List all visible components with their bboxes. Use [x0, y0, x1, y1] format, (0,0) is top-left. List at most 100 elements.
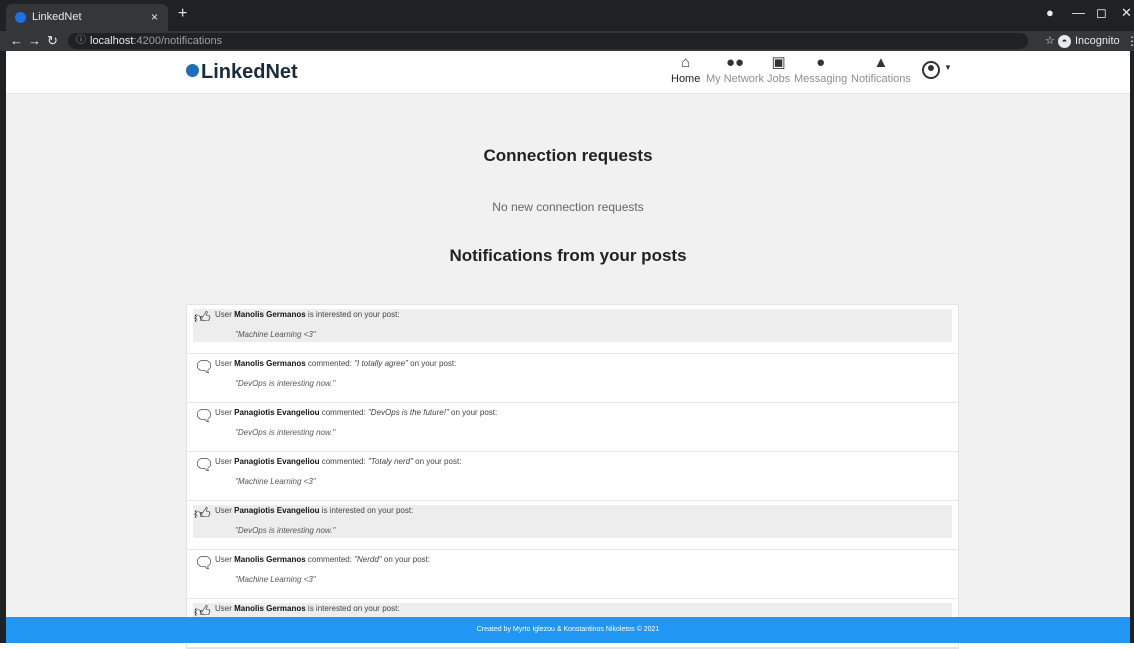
chat-icon: ● [816, 54, 826, 71]
incognito-icon: ◓ [1058, 34, 1071, 48]
text-prefix: User [215, 310, 235, 319]
user-name[interactable]: Manolis Germanos [234, 359, 306, 368]
comment-text: "DevOps is the future!" [367, 408, 449, 417]
text-middle: commented: [319, 457, 368, 466]
notification-text: User Manolis Germanos is interested on y… [215, 604, 400, 613]
nav-messaging[interactable]: ● Messaging [794, 54, 847, 86]
user-name[interactable]: Manolis Germanos [234, 604, 306, 613]
nav-home[interactable]: ⌂ Home [671, 54, 700, 86]
notification-body: 🗨︎ User Panagiotis Evangeliou commented:… [193, 407, 952, 440]
notification-text: User Panagiotis Evangeliou commented: "T… [215, 457, 461, 466]
notification-body: 👍︎ User Manolis Germanos is interested o… [193, 309, 952, 342]
nav-my-network[interactable]: ●● My Network [706, 54, 764, 86]
user-name[interactable]: Manolis Germanos [234, 555, 306, 564]
bookmark-star-icon[interactable]: ☆ [1045, 33, 1055, 49]
network-icon: ●● [725, 54, 745, 71]
text-middle: is interested on your post: [319, 506, 414, 515]
tab-title: LinkedNet [32, 11, 82, 23]
list-item[interactable]: 🗨︎ User Manolis Germanos commented: "I t… [187, 354, 958, 403]
post-title[interactable]: "Machine Learning <3" [235, 575, 316, 584]
text-prefix: User [215, 604, 235, 613]
text-prefix: User [215, 408, 235, 417]
user-name[interactable]: Panagiotis Evangeliou [234, 457, 319, 466]
text-prefix: User [215, 506, 235, 515]
comment-icon: 🗨︎ [194, 359, 215, 376]
text-suffix: on your post: [448, 408, 498, 417]
nav-notifications-label: Notifications [851, 73, 911, 85]
comment-text: "Totaly nerd" [367, 457, 413, 466]
text-suffix: on your post: [412, 457, 462, 466]
browser-toolbar: ← → ↻ ⓘ localhost:4200/notifications ☆ ◓… [0, 31, 1134, 51]
address-bar[interactable]: ⓘ localhost:4200/notifications [68, 33, 1028, 49]
incognito-label: Incognito [1075, 35, 1120, 47]
footer-credits: Created by Myrto Iglezou & Konstantinos … [476, 626, 660, 633]
list-item[interactable]: 🗨︎ User Panagiotis Evangeliou commented:… [187, 452, 958, 501]
list-item[interactable]: 🗨︎ User Manolis Germanos commented: "Ner… [187, 550, 958, 599]
list-item[interactable]: 🗨︎ User Panagiotis Evangeliou commented:… [187, 403, 958, 452]
post-title[interactable]: "Machine Learning <3" [235, 477, 316, 486]
maximize-button[interactable]: ◻ [1096, 6, 1107, 20]
avatar[interactable] [922, 61, 940, 79]
back-arrow-icon[interactable]: ← [10, 33, 23, 49]
nav-jobs[interactable]: ▣ Jobs [767, 54, 790, 86]
thumbs-up-icon: 👍︎ [194, 310, 211, 327]
nav-my-network-label: My Network [706, 73, 765, 85]
browser-tab-bar: LinkedNet × + ● — ◻ ✕ [0, 0, 1134, 31]
chevron-down-icon[interactable]: ▼ [944, 63, 952, 72]
text-middle: commented: [305, 359, 355, 368]
list-item[interactable]: 👍︎ User Panagiotis Evangeliou is interes… [187, 501, 958, 550]
notification-body: 🗨︎ User Panagiotis Evangeliou commented:… [193, 456, 952, 489]
notification-body: 👍︎ User Panagiotis Evangeliou is interes… [193, 505, 952, 538]
notification-text: User Manolis Germanos commented: "Nerdd"… [215, 555, 430, 564]
browser-tab[interactable]: LinkedNet × [6, 4, 168, 31]
briefcase-icon: ▣ [771, 54, 786, 71]
connection-requests-empty: No new connection requests [492, 200, 644, 214]
home-icon: ⌂ [681, 54, 691, 71]
notifications-list: 👍︎ User Manolis Germanos is interested o… [186, 304, 959, 649]
text-prefix: User [215, 555, 235, 564]
text-prefix: User [215, 457, 235, 466]
page-footer: Created by Myrto Iglezou & Konstantinos … [6, 617, 1130, 643]
brand-logo[interactable]: LinkedNet [186, 59, 298, 85]
text-middle: commented: [305, 555, 355, 564]
text-middle: commented: [319, 408, 368, 417]
forward-arrow-icon[interactable]: → [28, 33, 41, 49]
app-header: LinkedNet ⌂ Home ●● My Network ▣ Jobs ● … [6, 51, 1130, 94]
site-info-icon[interactable]: ⓘ [76, 33, 86, 49]
nav-messaging-label: Messaging [794, 73, 848, 85]
notification-text: User Panagiotis Evangeliou commented: "D… [215, 408, 497, 417]
thumbs-up-icon: 👍︎ [194, 506, 211, 523]
tab-close-icon[interactable]: × [151, 4, 158, 31]
text-middle: is interested on your post: [305, 310, 400, 319]
post-title[interactable]: "DevOps is interesting now." [235, 526, 335, 535]
notification-text: User Panagiotis Evangeliou is interested… [215, 506, 413, 515]
comment-icon: 🗨︎ [194, 408, 215, 425]
reload-icon[interactable]: ↻ [47, 33, 58, 49]
list-item[interactable]: 👍︎ User Manolis Germanos is interested o… [187, 305, 958, 354]
user-name[interactable]: Panagiotis Evangeliou [234, 408, 319, 417]
post-title[interactable]: "DevOps is interesting now." [235, 379, 335, 388]
notifications-title: Notifications from your posts [449, 246, 687, 265]
minimize-button[interactable]: — [1072, 6, 1085, 20]
bell-icon: ▲ [873, 54, 889, 71]
user-name[interactable]: Manolis Germanos [234, 310, 306, 319]
close-window-button[interactable]: ✕ [1121, 6, 1132, 20]
post-title[interactable]: "Machine Learning <3" [235, 330, 316, 339]
notification-text: User Manolis Germanos commented: "I tota… [215, 359, 456, 368]
text-prefix: User [215, 359, 235, 368]
new-tab-button[interactable]: + [178, 4, 187, 24]
user-name[interactable]: Panagiotis Evangeliou [234, 506, 319, 515]
main-content: Connection requests No new connection re… [6, 94, 1130, 649]
comment-text: "I totally agree" [354, 359, 408, 368]
nav-notifications[interactable]: ▲ Notifications [851, 54, 911, 86]
notification-body: 🗨︎ User Manolis Germanos commented: "Ner… [193, 554, 952, 587]
text-middle: is interested on your post: [305, 604, 400, 613]
comment-text: "Nerdd" [354, 555, 382, 564]
record-icon: ● [1046, 5, 1054, 20]
browser-menu-icon[interactable]: ⋮ [1126, 33, 1134, 49]
post-title[interactable]: "DevOps is interesting now." [235, 428, 335, 437]
comment-icon: 🗨︎ [194, 457, 215, 474]
incognito-indicator[interactable]: ◓ Incognito [1058, 33, 1120, 49]
text-suffix: on your post: [407, 359, 457, 368]
nav-jobs-label: Jobs [767, 73, 791, 85]
